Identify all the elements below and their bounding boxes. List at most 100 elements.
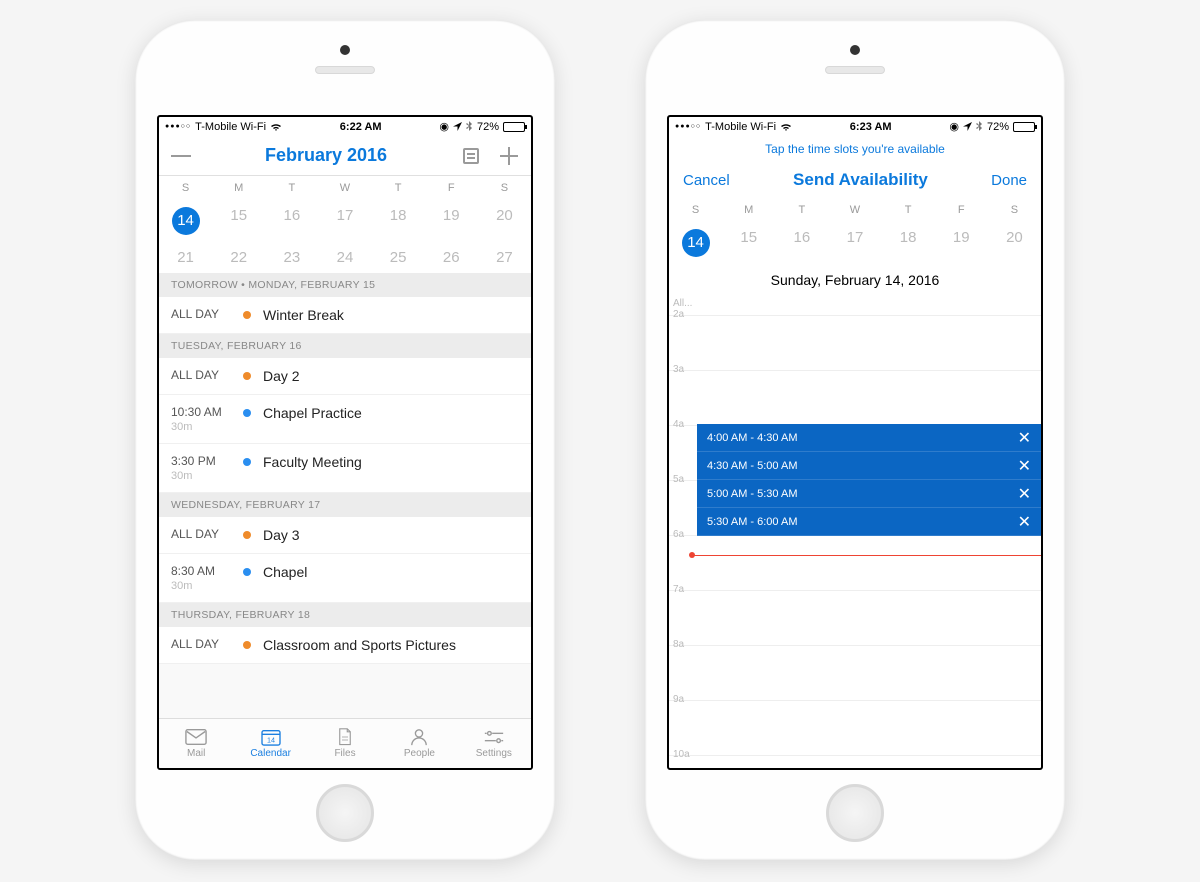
event-title: Winter Break: [263, 307, 344, 323]
day-grid[interactable]: All... 2a3a4a5a6a7a8a9a10a4:00 AM - 4:30…: [669, 296, 1041, 768]
hour-label: 8a: [673, 639, 684, 650]
date-cell[interactable]: 17: [828, 222, 881, 264]
date-cell[interactable]: 14: [159, 200, 212, 242]
hour-row[interactable]: 9a: [669, 700, 1041, 755]
date-cell[interactable]: 23: [265, 242, 318, 273]
tab-people[interactable]: People: [382, 719, 456, 768]
remove-slot-icon[interactable]: ✕: [1018, 484, 1031, 504]
date-cell[interactable]: 26: [425, 242, 478, 273]
remove-slot-icon[interactable]: ✕: [1018, 428, 1031, 448]
phone-speaker: [825, 66, 885, 74]
date-cell[interactable]: 15: [212, 200, 265, 242]
nav-bar: Cancel Send Availability Done: [669, 162, 1041, 198]
date-cell[interactable]: 19: [425, 200, 478, 242]
date-cell[interactable]: 19: [935, 222, 988, 264]
clock-label: 6:22 AM: [340, 121, 382, 133]
menu-icon[interactable]: [171, 146, 191, 166]
hour-label: 10a: [673, 749, 690, 760]
hour-row[interactable]: 3a: [669, 370, 1041, 425]
tab-bar: Mail 14CalendarFilesPeopleSettings: [159, 718, 531, 768]
date-cell[interactable]: 14: [669, 222, 722, 264]
date-cell[interactable]: 18: [882, 222, 935, 264]
date-cell[interactable]: 24: [318, 242, 371, 273]
hour-row[interactable]: 7a: [669, 590, 1041, 645]
date-cell[interactable]: 25: [372, 242, 425, 273]
date-cell[interactable]: 15: [722, 222, 775, 264]
svg-text:14: 14: [267, 735, 275, 744]
phone-camera: [340, 45, 350, 55]
tab-calendar[interactable]: 14Calendar: [233, 719, 307, 768]
event-dot-icon: [243, 409, 251, 417]
slot-label: 4:30 AM - 5:00 AM: [707, 460, 798, 472]
weekday-cell: M: [212, 176, 265, 200]
date-cell[interactable]: 17: [318, 200, 371, 242]
hour-row[interactable]: 10a: [669, 755, 1041, 768]
date-cell[interactable]: 20: [478, 200, 531, 242]
availability-slot[interactable]: 4:00 AM - 4:30 AM✕: [697, 424, 1041, 452]
date-row-1: 14151617181920: [159, 200, 531, 242]
cancel-button[interactable]: Cancel: [683, 172, 730, 189]
phone-speaker: [315, 66, 375, 74]
event-row[interactable]: 8:30 AM30mChapel: [159, 554, 531, 603]
hour-row[interactable]: 2a: [669, 315, 1041, 370]
battery-pct: 72%: [477, 121, 499, 133]
date-row: 14151617181920: [669, 222, 1041, 264]
slot-label: 5:30 AM - 6:00 AM: [707, 516, 798, 528]
date-cell[interactable]: 16: [775, 222, 828, 264]
slot-label: 5:00 AM - 5:30 AM: [707, 488, 798, 500]
event-time: ALL DAY: [171, 637, 243, 651]
tab-files[interactable]: Files: [308, 719, 382, 768]
weekday-cell: T: [372, 176, 425, 200]
location-icon: [453, 122, 462, 131]
hour-label: 7a: [673, 584, 684, 595]
event-dot-icon: [243, 641, 251, 649]
add-event-icon[interactable]: [499, 146, 519, 166]
availability-slot[interactable]: 5:30 AM - 6:00 AM ✕: [697, 508, 1041, 536]
hour-row[interactable]: 6a: [669, 535, 1041, 590]
tab-settings[interactable]: Settings: [457, 719, 531, 768]
hour-row[interactable]: 8a: [669, 645, 1041, 700]
weekday-row: SMTWTFS: [159, 176, 531, 200]
signal-icon: ●●●○○: [675, 123, 701, 130]
date-cell[interactable]: 21: [159, 242, 212, 273]
carrier-label: T-Mobile Wi-Fi: [705, 121, 776, 133]
event-row[interactable]: 3:30 PM30mFaculty Meeting: [159, 444, 531, 493]
tab-mail[interactable]: Mail: [159, 719, 233, 768]
event-dot-icon: [243, 458, 251, 466]
weekday-cell: W: [828, 198, 881, 222]
event-dot-icon: [243, 568, 251, 576]
hour-label: 2a: [673, 309, 684, 320]
event-row[interactable]: ALL DAYDay 2: [159, 358, 531, 395]
weekday-cell: S: [669, 198, 722, 222]
month-title[interactable]: February 2016: [265, 145, 387, 166]
agenda-view-icon[interactable]: [461, 146, 481, 166]
date-cell[interactable]: 20: [988, 222, 1041, 264]
compass-icon: ◉: [949, 120, 959, 133]
home-button[interactable]: [316, 784, 374, 842]
date-cell[interactable]: 27: [478, 242, 531, 273]
tab-label: Mail: [187, 748, 205, 759]
home-button[interactable]: [826, 784, 884, 842]
compass-icon: ◉: [439, 120, 449, 133]
remove-slot-icon[interactable]: ✕: [1018, 456, 1031, 476]
availability-slot[interactable]: 4:30 AM - 5:00 AM ✕: [697, 452, 1041, 480]
screen-title: Send Availability: [793, 170, 928, 190]
event-row[interactable]: ALL DAYDay 3: [159, 517, 531, 554]
signal-icon: ●●●○○: [165, 123, 191, 130]
agenda-list[interactable]: TOMORROW • MONDAY, FEBRUARY 15ALL DAYWin…: [159, 273, 531, 718]
date-cell[interactable]: 18: [372, 200, 425, 242]
event-time: ALL DAY: [171, 307, 243, 321]
date-cell[interactable]: 16: [265, 200, 318, 242]
availability-slot[interactable]: 5:00 AM - 5:30 AM ✕: [697, 480, 1041, 508]
hour-label: 6a: [673, 529, 684, 540]
event-title: Classroom and Sports Pictures: [263, 637, 456, 653]
phone-right: ●●●○○ T-Mobile Wi-Fi 6:23 AM ◉ 72% Tap t…: [645, 20, 1065, 860]
event-row[interactable]: ALL DAY Classroom and Sports Pictures: [159, 627, 531, 664]
done-button[interactable]: Done: [991, 172, 1027, 189]
event-dot-icon: [243, 311, 251, 319]
date-cell[interactable]: 22: [212, 242, 265, 273]
event-row[interactable]: ALL DAY Winter Break: [159, 297, 531, 334]
event-title: Faculty Meeting: [263, 454, 362, 470]
event-row[interactable]: 10:30 AM30mChapel Practice: [159, 395, 531, 444]
remove-slot-icon[interactable]: ✕: [1018, 512, 1031, 532]
